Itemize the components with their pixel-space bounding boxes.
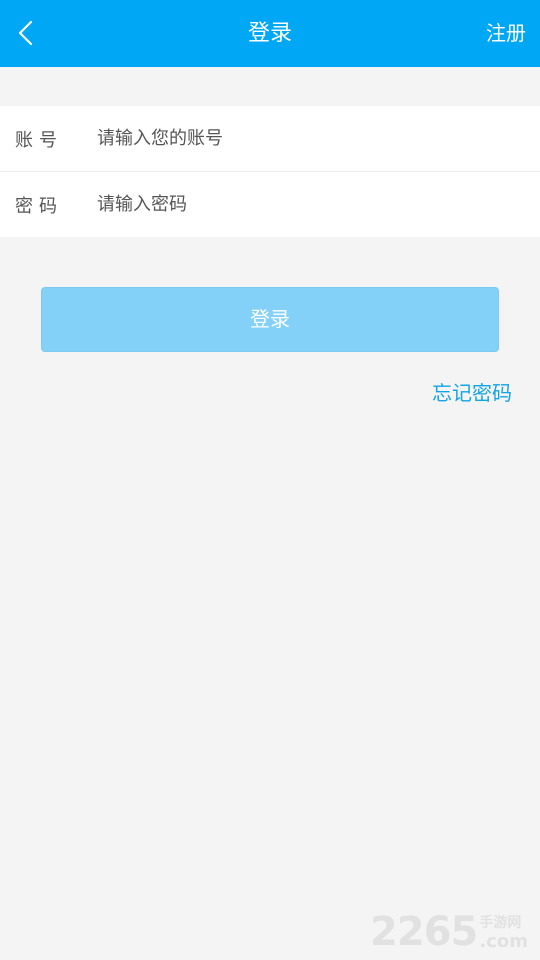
page-title: 登录 — [247, 21, 292, 46]
watermark-cn: 手游网 — [479, 915, 522, 931]
watermark-side: 手游网 .com — [479, 914, 528, 952]
password-input[interactable] — [97, 184, 525, 225]
login-form: 账号 密码 — [0, 106, 540, 237]
watermark-logo: 2265 手游网 .com — [370, 904, 528, 952]
watermark-com: .com — [479, 931, 528, 952]
account-label: 账号 — [15, 129, 63, 151]
login-button[interactable]: 登录 — [41, 287, 499, 352]
password-row: 密码 — [0, 171, 540, 237]
chevron-left-icon — [18, 20, 33, 46]
back-button[interactable] — [0, 0, 60, 67]
watermark-number: 2265 — [370, 909, 478, 955]
nav-bar: 登录 注册 — [0, 0, 540, 67]
register-button[interactable]: 注册 — [486, 0, 526, 67]
account-row: 账号 — [0, 106, 540, 171]
password-label: 密码 — [15, 195, 63, 217]
login-page: 登录 注册 账号 密码 登录 忘记密码 2265 手游网 .com — [0, 0, 540, 960]
forgot-password-link[interactable]: 忘记密码 — [432, 377, 512, 406]
account-input[interactable] — [97, 118, 525, 159]
